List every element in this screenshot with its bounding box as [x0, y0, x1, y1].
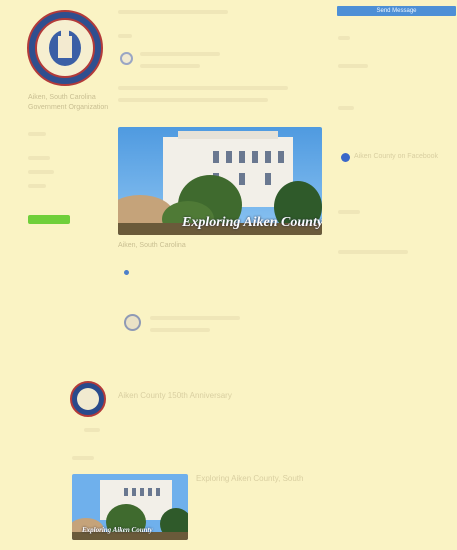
thumbnail-caption: Exploring Aiken County: [82, 526, 153, 534]
section-label: [72, 456, 94, 460]
anniversary-seal-center: [77, 388, 99, 410]
green-tag-button[interactable]: [28, 215, 70, 224]
post-photo[interactable]: Exploring Aiken County: [118, 127, 322, 235]
globe-icon[interactable]: [124, 314, 141, 331]
photo-caption: Exploring Aiken County: [182, 215, 322, 230]
photo-subcaption: Aiken, South Carolina: [118, 242, 186, 249]
anniversary-label: [84, 428, 100, 432]
sidebar-bar: [28, 132, 46, 136]
seal-inner-ring: [35, 18, 95, 78]
globe-row-meta: [150, 328, 210, 332]
right-sidebar-heading: [338, 64, 368, 68]
anniversary-seal-icon[interactable]: [70, 381, 106, 417]
post-meta: [140, 64, 200, 68]
sidebar-bar: [28, 184, 46, 188]
link-icon[interactable]: [124, 270, 129, 275]
sidebar-bar: [28, 156, 50, 160]
right-sidebar-label: [338, 210, 360, 214]
right-sidebar-label: [338, 106, 354, 110]
county-seal-logo[interactable]: [27, 10, 103, 86]
post-text: [118, 86, 288, 90]
right-sidebar-text: [338, 250, 408, 254]
second-photo-side-text: Exploring Aiken County, South: [196, 474, 304, 483]
facebook-label[interactable]: Aiken County on Facebook: [354, 153, 438, 160]
seal-tower-icon: [58, 30, 72, 58]
post-text: [118, 98, 268, 102]
globe-row-text: [150, 316, 240, 320]
right-sidebar-icon: [338, 36, 350, 40]
facebook-icon[interactable]: [341, 153, 350, 162]
anniversary-title: Aiken County 150th Anniversary: [118, 391, 232, 400]
page-title-placeholder: [118, 10, 228, 14]
sidebar-bar: [28, 170, 54, 174]
sidebar-line-1: Aiken, South Carolina: [28, 94, 96, 101]
poster-avatar-icon[interactable]: [120, 52, 133, 65]
post-author: [140, 52, 220, 56]
second-post-photo[interactable]: Exploring Aiken County: [72, 474, 188, 540]
sidebar-line-2: Government Organization: [28, 104, 109, 111]
send-message-button[interactable]: Send Message: [337, 6, 456, 16]
feed-label: [118, 34, 132, 38]
